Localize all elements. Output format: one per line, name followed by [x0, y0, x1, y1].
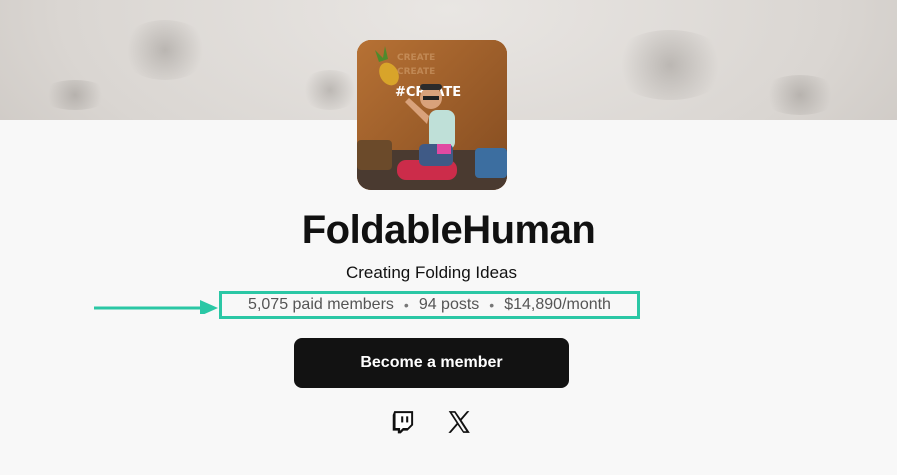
stat-separator: •	[403, 297, 409, 313]
stat-members: 5,075 paid members	[248, 296, 394, 313]
creator-stats: 5,075 paid members • 94 posts • $14,890/…	[219, 291, 640, 319]
highlight-arrow-icon	[94, 300, 218, 314]
stat-separator: •	[489, 297, 495, 313]
svg-text:CREATE: CREATE	[397, 53, 435, 63]
become-member-button[interactable]: Become a member	[294, 338, 569, 388]
x-icon[interactable]	[446, 409, 472, 435]
creator-tagline: Creating Folding Ideas	[345, 263, 518, 282]
stat-posts: 94 posts	[418, 296, 480, 313]
twitch-icon[interactable]	[391, 409, 417, 435]
creator-name: FoldableHuman	[301, 208, 596, 252]
svg-text:CREATE: CREATE	[397, 67, 435, 77]
creator-avatar[interactable]: CREATE CREATE #CREATE	[357, 40, 507, 190]
stat-earnings: $14,890/month	[504, 296, 611, 313]
